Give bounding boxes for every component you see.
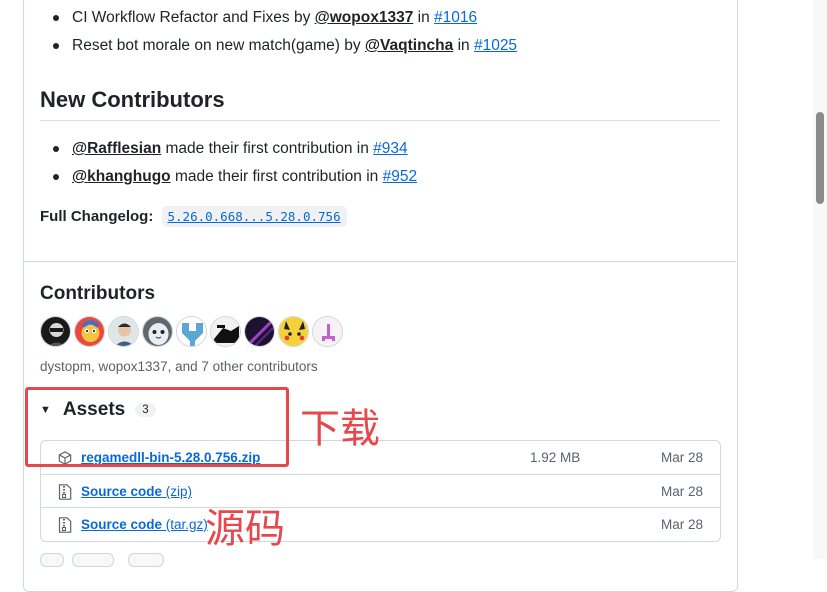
avatar[interactable]: [312, 316, 343, 347]
item-text: in: [413, 9, 435, 26]
avatar[interactable]: [176, 316, 207, 347]
changelog-link[interactable]: 5.26.0.668...5.28.0.756: [161, 206, 347, 227]
file-zip-icon: [58, 484, 72, 500]
list-item: @khanghugo made their first contribution…: [40, 167, 417, 195]
annotation-source-label: 源码: [205, 506, 285, 552]
pr-link[interactable]: #1016: [434, 9, 477, 26]
item-text: CI Workflow Refactor and Fixes by: [72, 9, 315, 26]
scrollbar-thumb[interactable]: [816, 112, 824, 204]
asset-ext: (zip): [162, 484, 193, 499]
author-link[interactable]: @wopox1337: [315, 9, 414, 26]
full-changelog: Full Changelog: 5.26.0.668...5.28.0.756: [40, 206, 347, 227]
avatar[interactable]: [244, 316, 275, 347]
item-text: Reset bot morale on new match(game) by: [72, 37, 365, 54]
list-item: Reset bot morale on new match(game) by @…: [40, 36, 517, 64]
section-divider: [24, 261, 736, 262]
avatar[interactable]: [108, 316, 139, 347]
asset-date: Mar 28: [661, 517, 704, 532]
changelog-label: Full Changelog:: [40, 208, 154, 225]
new-contributors-list: @Rafflesian made their first contributio…: [40, 139, 417, 195]
asset-name: Source code: [81, 517, 163, 532]
page-scrollbar[interactable]: [813, 0, 827, 559]
contributor-avatars: [40, 316, 343, 348]
annotation-box: [25, 387, 289, 467]
pr-link[interactable]: #1025: [474, 37, 517, 54]
author-link[interactable]: @khanghugo: [72, 168, 171, 185]
contributors-title: Contributors: [40, 283, 156, 304]
avatar[interactable]: [40, 316, 71, 347]
annotation-download-label: 下载: [300, 406, 380, 452]
asset-link[interactable]: Source code (tar.gz): [81, 517, 208, 532]
reaction-button[interactable]: [128, 553, 164, 567]
asset-ext: (tar.gz): [162, 517, 208, 532]
asset-row: Source code (zip) Mar 28: [41, 474, 720, 508]
reaction-button[interactable]: [72, 553, 114, 567]
avatar[interactable]: [210, 316, 241, 347]
asset-link[interactable]: Source code (zip): [81, 484, 192, 499]
reaction-button[interactable]: [40, 553, 64, 567]
pr-link[interactable]: #934: [373, 140, 407, 157]
list-item: @Rafflesian made their first contributio…: [40, 139, 417, 167]
asset-name: Source code: [81, 484, 163, 499]
avatar[interactable]: [278, 316, 309, 347]
list-item: CI Workflow Refactor and Fixes by @wopox…: [40, 8, 517, 36]
asset-date: Mar 28: [661, 450, 704, 465]
avatar[interactable]: [142, 316, 173, 347]
heading-rule: [40, 120, 720, 121]
asset-row: Source code (tar.gz) Mar 28: [41, 507, 720, 541]
item-text: in: [453, 37, 474, 54]
author-link[interactable]: @Rafflesian: [72, 140, 161, 157]
section-title: New Contributors: [40, 87, 225, 112]
asset-date: Mar 28: [661, 484, 704, 499]
file-zip-icon: [58, 517, 72, 533]
release-notes-list: CI Workflow Refactor and Fixes by @wopox…: [40, 8, 517, 64]
avatar[interactable]: [74, 316, 105, 347]
item-text: made their first contribution in: [170, 168, 383, 185]
contributors-summary: dystopm, wopox1337, and 7 other contribu…: [40, 359, 318, 374]
author-link[interactable]: @Vaqtincha: [365, 37, 453, 54]
item-text: made their first contribution in: [161, 140, 374, 157]
pr-link[interactable]: #952: [383, 168, 417, 185]
asset-size: 1.92 MB: [530, 450, 581, 465]
